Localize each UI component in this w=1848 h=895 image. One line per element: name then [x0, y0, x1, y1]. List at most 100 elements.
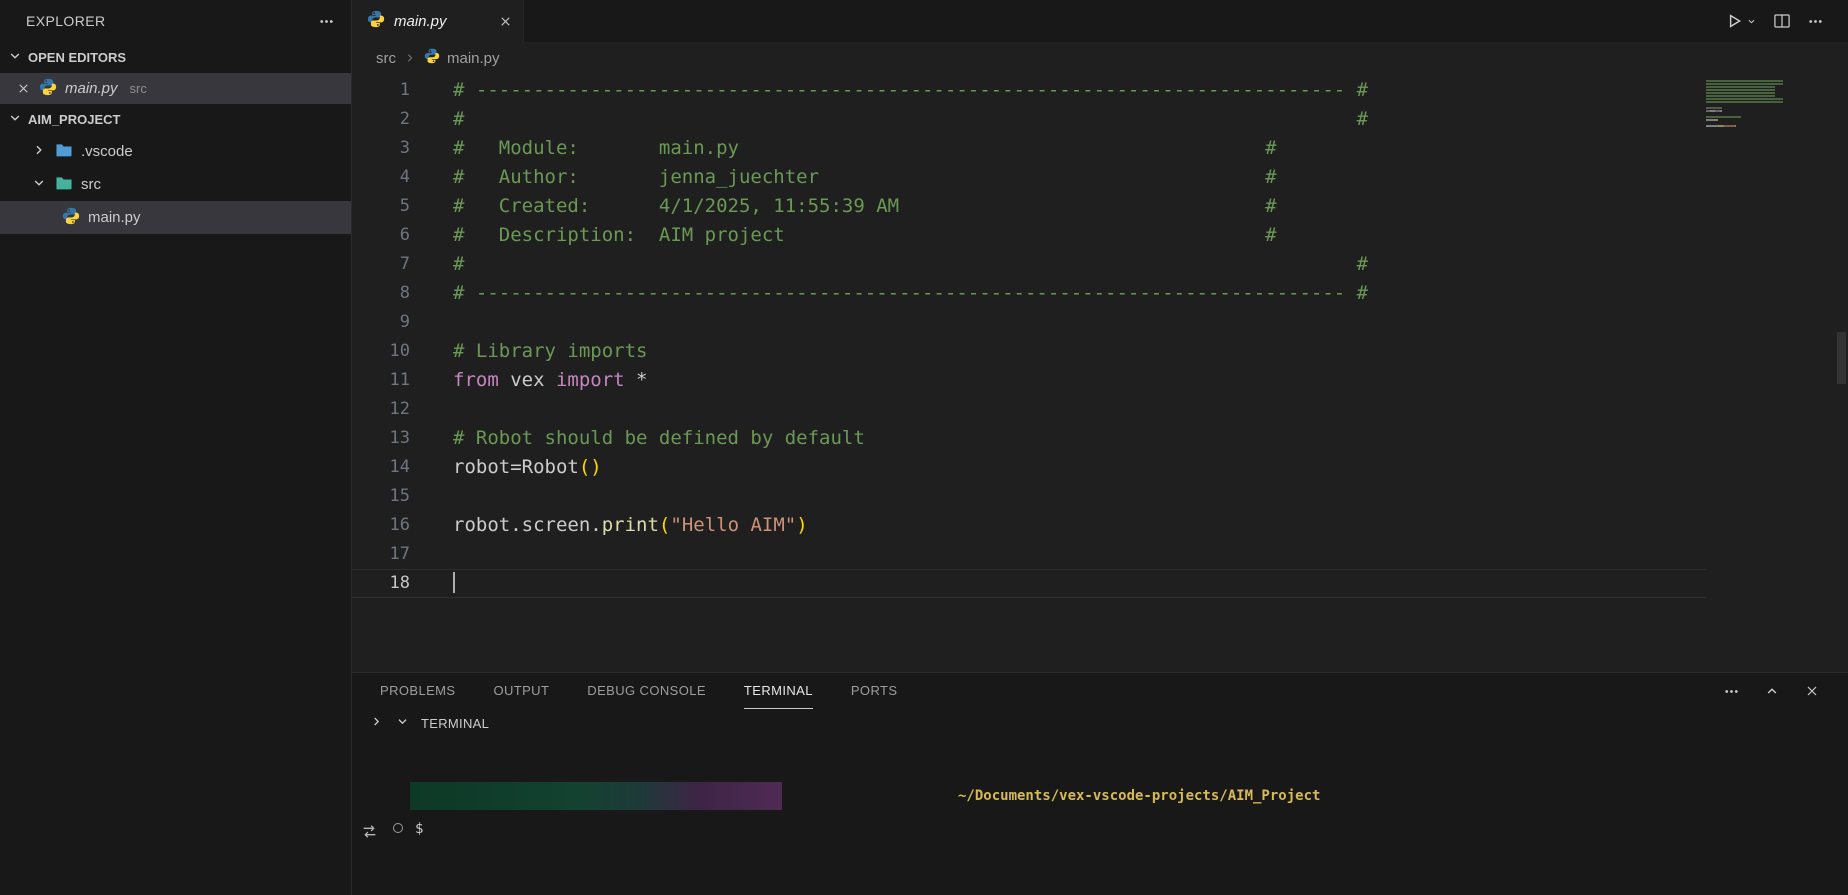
run-dropdown-icon — [1746, 16, 1757, 27]
panel-tab-ports[interactable]: PORTS — [851, 673, 898, 709]
editor-group: main.py src — [352, 0, 1848, 895]
open-editor-item-main-py[interactable]: main.py src — [0, 73, 351, 104]
line-number: 4 — [352, 163, 410, 192]
code-line-4[interactable]: 4 # Author: jenna_juechter # — [352, 163, 1706, 192]
folder-open-icon — [55, 174, 73, 196]
minimap-line — [1706, 104, 1806, 106]
tab-close-icon[interactable] — [498, 14, 513, 29]
panel-tab-bar: PROBLEMS OUTPUT DEBUG CONSOLE TERMINAL P… — [352, 673, 1848, 709]
line-number: 15 — [352, 482, 410, 511]
chevron-right-icon — [403, 51, 417, 65]
minimap-line — [1706, 89, 1806, 91]
code-line-15[interactable]: 15 — [352, 482, 1706, 511]
open-editors-label: OPEN EDITORS — [28, 50, 126, 65]
code-text: from vex import * — [453, 366, 648, 395]
minimap[interactable] — [1706, 80, 1806, 134]
tree-item-label: src — [81, 176, 101, 193]
breadcrumb-file[interactable]: main.py — [447, 50, 500, 67]
line-number: 5 — [352, 192, 410, 221]
code-lines: 1# -------------------------------------… — [352, 76, 1848, 598]
line-number: 10 — [352, 337, 410, 366]
code-text: # Author: jenna_juechter # — [453, 163, 1277, 192]
explorer-header: EXPLORER — [0, 0, 351, 42]
split-editor-icon[interactable] — [1773, 12, 1791, 30]
code-text: # Created: 4/1/2025, 11:55:39 AM # — [453, 192, 1277, 221]
code-line-8[interactable]: 8# -------------------------------------… — [352, 279, 1706, 308]
code-line-7[interactable]: 7# # — [352, 250, 1706, 279]
code-line-6[interactable]: 6# Description: AIM project # — [352, 221, 1706, 250]
code-text: # --------------------------------------… — [453, 279, 1368, 308]
terminal[interactable]: ~/Documents/vex-vscode-projects/AIM_Proj… — [352, 737, 1848, 841]
panel-maximize-icon[interactable] — [1764, 683, 1780, 699]
panel-more-actions-icon[interactable] — [1723, 683, 1740, 700]
code-text: robot.screen.print("Hello AIM") — [453, 511, 808, 540]
code-line-10[interactable]: 10 # Library imports — [352, 337, 1706, 366]
editor-more-actions-icon[interactable] — [1807, 13, 1824, 30]
code-text: robot=Robot() — [453, 453, 602, 482]
code-line-17[interactable]: 17 — [352, 540, 1706, 569]
code-line-13[interactable]: 13# Robot should be defined by default — [352, 424, 1706, 453]
code-text: # Module: main.py # — [453, 134, 1277, 163]
tree-item-label: .vscode — [81, 143, 133, 160]
code-line-14[interactable]: 14 robot=Robot() — [352, 453, 1706, 482]
line-number: 11 — [352, 366, 410, 395]
minimap-line — [1706, 119, 1806, 121]
tree-item-src[interactable]: src — [0, 168, 351, 201]
panel-close-icon[interactable] — [1804, 683, 1820, 699]
open-editors-section-header[interactable]: OPEN EDITORS — [0, 42, 351, 73]
minimap-line — [1706, 101, 1806, 103]
tree-item-vscode[interactable]: .vscode — [0, 135, 351, 168]
terminal-prompt-line: ~/Documents/vex-vscode-projects/AIM_Proj… — [410, 782, 1848, 810]
tab-main-py[interactable]: main.py — [352, 0, 524, 42]
project-section-header[interactable]: AIM_PROJECT — [0, 104, 351, 135]
line-number: 12 — [352, 395, 410, 424]
line-number: 14 — [352, 453, 410, 482]
code-line-18[interactable]: 18 — [352, 569, 1706, 598]
minimap-line — [1706, 113, 1806, 115]
code-line-3[interactable]: 3 # Module: main.py # — [352, 134, 1706, 163]
code-editor[interactable]: 1# -------------------------------------… — [352, 74, 1848, 672]
terminal-cwd-path: ~/Documents/vex-vscode-projects/AIM_Proj… — [958, 788, 1320, 804]
minimap-line — [1706, 98, 1806, 100]
prompt-symbol: $ — [415, 821, 423, 837]
code-text: # Description: AIM project # — [453, 221, 1277, 250]
editor-scrollbar[interactable] — [1837, 332, 1846, 384]
code-text: # # — [453, 105, 1368, 134]
terminal-section-header[interactable]: TERMINAL — [352, 709, 1848, 737]
close-editor-icon[interactable] — [16, 81, 31, 96]
line-number: 3 — [352, 134, 410, 163]
panel-tab-output[interactable]: OUTPUT — [493, 673, 549, 709]
minimap-line — [1706, 116, 1806, 118]
terminal-session-swap-icon[interactable] — [361, 823, 378, 844]
terminal-command-line[interactable]: $ — [410, 817, 1848, 841]
minimap-line — [1706, 110, 1806, 112]
panel-tab-terminal[interactable]: TERMINAL — [744, 673, 813, 709]
code-line-16[interactable]: 16robot.screen.print("Hello AIM") — [352, 511, 1706, 540]
python-file-icon — [62, 207, 80, 229]
line-number: 18 — [352, 569, 410, 598]
code-line-11[interactable]: 11 from vex import * — [352, 366, 1706, 395]
terminal-section-label: TERMINAL — [421, 716, 489, 731]
python-file-icon — [367, 10, 385, 32]
code-line-5[interactable]: 5 # Created: 4/1/2025, 11:55:39 AM # — [352, 192, 1706, 221]
code-text: # --------------------------------------… — [453, 76, 1368, 105]
chevron-right-icon[interactable] — [369, 714, 384, 732]
run-button[interactable] — [1725, 12, 1757, 30]
command-decoration-icon[interactable] — [393, 823, 403, 833]
panel-tab-debug-console[interactable]: DEBUG CONSOLE — [587, 673, 706, 709]
code-line-2[interactable]: 2# # — [352, 105, 1706, 134]
editor-tab-bar: main.py — [352, 0, 1848, 42]
code-line-9[interactable]: 9 — [352, 308, 1706, 337]
code-line-1[interactable]: 1# -------------------------------------… — [352, 76, 1706, 105]
code-line-12[interactable]: 12 — [352, 395, 1706, 424]
chevron-down-icon[interactable] — [395, 714, 410, 732]
tree-item-main-py[interactable]: main.py — [0, 201, 351, 234]
line-number: 17 — [352, 540, 410, 569]
minimap-line — [1706, 95, 1806, 97]
breadcrumb-folder[interactable]: src — [376, 50, 396, 67]
python-file-icon — [39, 78, 57, 100]
line-number: 9 — [352, 308, 410, 337]
explorer-more-actions-icon[interactable] — [318, 13, 335, 30]
code-text: # Library imports — [453, 337, 647, 366]
panel-tab-problems[interactable]: PROBLEMS — [380, 673, 455, 709]
